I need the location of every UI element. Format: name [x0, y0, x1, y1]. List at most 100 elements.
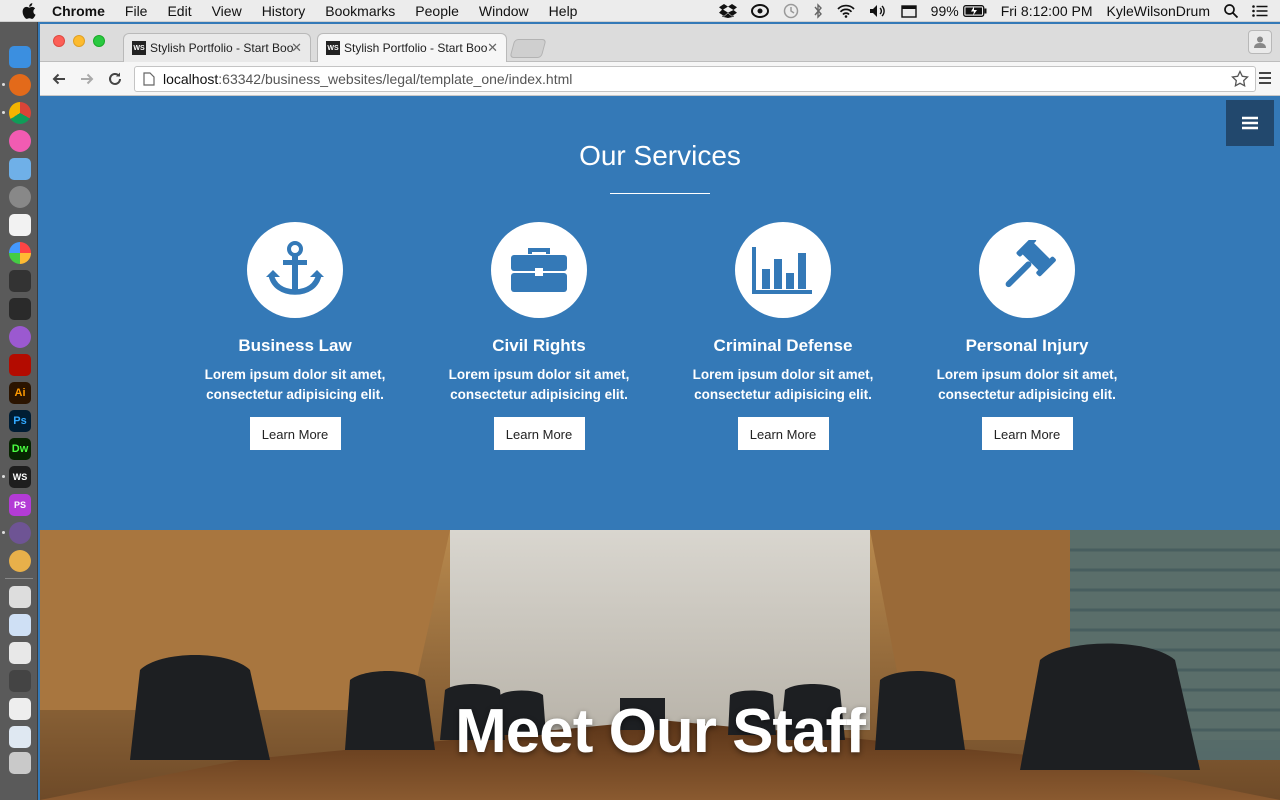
document-stack-icon[interactable]: [9, 586, 31, 608]
menu-file[interactable]: File: [125, 3, 148, 19]
learn-more-button[interactable]: Learn More: [249, 417, 341, 450]
close-tab-icon[interactable]: ✕: [487, 40, 498, 56]
browser-tab[interactable]: WS Stylish Portfolio - Start Boo ✕: [123, 33, 311, 62]
final-cut-icon[interactable]: [9, 298, 31, 320]
calendar-icon[interactable]: [900, 4, 917, 18]
bookmark-star-icon[interactable]: [1231, 69, 1249, 91]
menu-app-name[interactable]: Chrome: [52, 3, 105, 19]
trash-icon[interactable]: [9, 752, 31, 774]
document-stack-icon[interactable]: [9, 614, 31, 636]
browser-window: WS Stylish Portfolio - Start Boo ✕ WS St…: [40, 24, 1280, 800]
close-tab-icon[interactable]: ✕: [291, 40, 302, 56]
running-indicator: [2, 83, 5, 86]
downloads-stack-icon[interactable]: [9, 726, 31, 748]
webstorm-icon[interactable]: WS: [9, 466, 31, 488]
running-indicator: [2, 531, 5, 534]
menu-view[interactable]: View: [212, 3, 242, 19]
back-button[interactable]: [48, 68, 70, 90]
service-description: Lorem ipsum dolor sit amet, consectetur …: [692, 367, 874, 402]
notification-center-icon[interactable]: [1252, 5, 1268, 17]
bluetooth-icon[interactable]: [813, 3, 823, 19]
anchor-icon: [247, 222, 343, 318]
dock: Ai Ps Dw WS PS: [0, 22, 38, 800]
menu-window[interactable]: Window: [479, 3, 529, 19]
service-title: Personal Injury: [965, 336, 1089, 355]
document-stack-icon[interactable]: [9, 642, 31, 664]
clock[interactable]: Fri 8:12:00 PM: [1001, 3, 1093, 19]
learn-more-button[interactable]: Learn More: [981, 417, 1073, 450]
dreamweaver-icon[interactable]: Dw: [9, 438, 31, 460]
webstorm-favicon-icon: WS: [132, 41, 146, 55]
service-title: Civil Rights: [492, 336, 586, 355]
service-card: Business Law Lorem ipsum dolor sit amet,…: [195, 222, 395, 450]
chrome-icon[interactable]: [9, 102, 31, 124]
staff-heading: Meet Our Staff: [455, 697, 866, 766]
volume-icon[interactable]: [869, 4, 887, 18]
menu-help[interactable]: Help: [549, 3, 578, 19]
menu-edit[interactable]: Edit: [167, 3, 191, 19]
service-description: Lorem ipsum dolor sit amet, consectetur …: [204, 367, 386, 402]
spotlight-icon[interactable]: [1224, 4, 1238, 18]
document-stack-icon[interactable]: [9, 698, 31, 720]
learn-more-button[interactable]: Learn More: [493, 417, 585, 450]
bar-chart-icon: [735, 222, 831, 318]
new-tab-button[interactable]: [509, 39, 547, 58]
status-menus: 99% Fri 8:12:00 PM KyleWilsonDrum: [705, 0, 1280, 22]
forward-button[interactable]: [76, 68, 98, 90]
system-preferences-icon[interactable]: [9, 186, 31, 208]
acrobat-icon[interactable]: [9, 354, 31, 376]
textedit-icon[interactable]: [9, 214, 31, 236]
minimize-window-button[interactable]: [73, 35, 85, 47]
menu-toggle-button[interactable]: [1226, 100, 1274, 146]
creative-cloud-icon[interactable]: [750, 4, 769, 18]
image-capture-icon[interactable]: [9, 270, 31, 292]
tab-strip: WS Stylish Portfolio - Start Boo ✕ WS St…: [40, 24, 1280, 62]
user-name[interactable]: KyleWilsonDrum: [1107, 3, 1210, 19]
preview-icon[interactable]: [9, 158, 31, 180]
url-path: :63342/business_websites/legal/template_…: [218, 71, 573, 87]
dropbox-icon[interactable]: [718, 4, 737, 18]
gavel-icon: [979, 222, 1075, 318]
time-machine-icon[interactable]: [783, 3, 799, 19]
zoom-window-button[interactable]: [93, 35, 105, 47]
service-title: Criminal Defense: [713, 336, 853, 355]
profile-icon[interactable]: [1248, 30, 1272, 54]
menu-people[interactable]: People: [415, 3, 459, 19]
battery-percentage[interactable]: 99%: [931, 3, 959, 19]
url-host: localhost: [163, 71, 219, 87]
staff-section: Meet Our Staff: [40, 530, 1280, 800]
firefox-icon[interactable]: [9, 74, 31, 96]
motion-icon[interactable]: [9, 326, 31, 348]
briefcase-icon: [491, 222, 587, 318]
document-stack-icon[interactable]: [9, 670, 31, 692]
wifi-icon[interactable]: [837, 4, 855, 18]
itunes-icon[interactable]: [9, 130, 31, 152]
phpstorm-icon[interactable]: PS: [9, 494, 31, 516]
service-description: Lorem ipsum dolor sit amet, consectetur …: [936, 367, 1118, 402]
apple-menu-icon[interactable]: [20, 2, 38, 19]
services-section: Our Services Business Law Lorem ipsum do…: [40, 96, 1280, 530]
battery-icon[interactable]: [962, 5, 987, 17]
sequel-pro-icon[interactable]: [9, 550, 31, 572]
browser-tab-active[interactable]: WS Stylish Portfolio - Start Boo ✕: [317, 33, 507, 62]
page-icon: [143, 72, 155, 86]
finder-icon[interactable]: [9, 46, 31, 68]
macos-menu-bar: Chrome File Edit View History Bookmarks …: [0, 0, 1280, 22]
menu-history[interactable]: History: [262, 3, 306, 19]
photos-icon[interactable]: [9, 242, 31, 264]
browser-toolbar: localhost:63342/business_websites/legal/…: [40, 62, 1280, 96]
web-page: Our Services Business Law Lorem ipsum do…: [40, 96, 1280, 800]
services-heading: Our Services: [579, 140, 741, 171]
photoshop-icon[interactable]: Ps: [9, 410, 31, 432]
dock-separator: [5, 578, 33, 579]
service-title: Business Law: [238, 336, 352, 355]
illustrator-icon[interactable]: Ai: [9, 382, 31, 404]
close-window-button[interactable]: [53, 35, 65, 47]
browser-menu-icon[interactable]: [1258, 71, 1272, 90]
github-icon[interactable]: [9, 522, 31, 544]
webstorm-favicon-icon: WS: [326, 41, 340, 55]
address-bar[interactable]: localhost:63342/business_websites/legal/…: [134, 66, 1256, 92]
learn-more-button[interactable]: Learn More: [737, 417, 829, 450]
menu-bookmarks[interactable]: Bookmarks: [325, 3, 395, 19]
reload-button[interactable]: [104, 68, 126, 90]
